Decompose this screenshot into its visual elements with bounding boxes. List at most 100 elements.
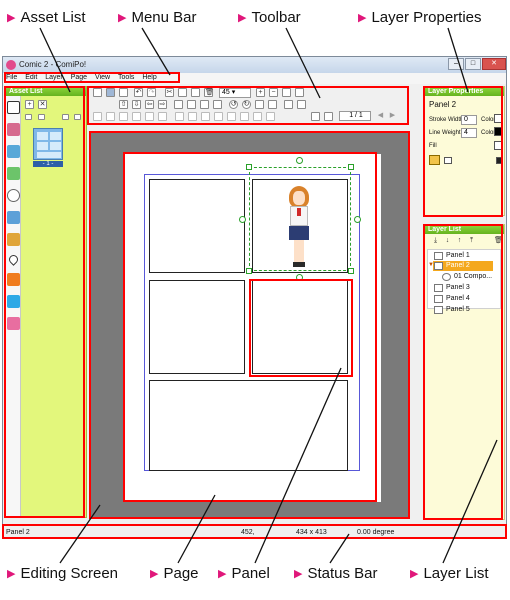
- line-weight-input[interactable]: 4: [461, 128, 477, 138]
- page-view-icon[interactable]: [311, 112, 320, 121]
- align-bottom-icon[interactable]: [158, 112, 167, 121]
- undo-icon[interactable]: ↶: [134, 88, 143, 97]
- flip-vertical-icon[interactable]: [268, 100, 277, 109]
- lock-icon[interactable]: [200, 100, 209, 109]
- editing-screen[interactable]: [90, 131, 410, 518]
- zoom-in-icon[interactable]: +: [256, 88, 265, 97]
- align-right-icon[interactable]: [119, 112, 128, 121]
- paste-icon[interactable]: [191, 88, 200, 97]
- comic-page[interactable]: [123, 154, 381, 502]
- arrow-right-icon[interactable]: ⇨: [158, 100, 167, 109]
- new-icon[interactable]: [93, 88, 102, 97]
- redo-icon[interactable]: ↷: [147, 88, 156, 97]
- save-icon[interactable]: [106, 88, 115, 97]
- align-icon[interactable]: [284, 100, 293, 109]
- rotate-left-icon[interactable]: ↺: [229, 100, 238, 109]
- frame-shape-icon[interactable]: [444, 157, 452, 164]
- menu-view[interactable]: View: [92, 73, 113, 82]
- expand-arrow-icon[interactable]: ▼: [428, 262, 434, 268]
- export-icon[interactable]: [119, 88, 128, 97]
- comic-panel-5[interactable]: [149, 380, 348, 471]
- menu-layer[interactable]: Layer: [42, 73, 66, 82]
- send-backward-icon[interactable]: ⇩: [132, 100, 141, 109]
- bring-forward-icon[interactable]: ⇧: [119, 100, 128, 109]
- page-thumbnail[interactable]: [33, 128, 63, 160]
- menu-edit[interactable]: Edit: [22, 73, 40, 82]
- effect-tab-icon[interactable]: [7, 295, 20, 308]
- scene-tab-icon[interactable]: [7, 211, 20, 224]
- visibility-eye-icon[interactable]: [429, 155, 440, 165]
- space-horizontal-icon[interactable]: [175, 112, 184, 121]
- flag-icon[interactable]: [213, 100, 222, 109]
- line-color-swatch[interactable]: [494, 127, 503, 136]
- sound-effect-tab-icon[interactable]: [7, 273, 20, 286]
- stroke-color-swatch[interactable]: [494, 114, 503, 123]
- ungroup-icon[interactable]: [187, 100, 196, 109]
- guide-icon[interactable]: [266, 112, 275, 121]
- menu-help[interactable]: Help: [139, 73, 159, 82]
- move-layer-up-icon[interactable]: ↑: [455, 237, 464, 246]
- comic-panel-4[interactable]: [252, 280, 348, 374]
- layer-item-panel-3[interactable]: Panel 3: [433, 283, 493, 293]
- move-down-button[interactable]: [38, 114, 45, 120]
- item-tab-icon[interactable]: [7, 167, 20, 180]
- arrow-left-icon[interactable]: ⇦: [145, 100, 154, 109]
- comic-panel-1[interactable]: [149, 179, 245, 273]
- fit-page-icon[interactable]: [282, 88, 291, 97]
- resize-handle[interactable]: [246, 164, 252, 170]
- maximize-button[interactable]: □: [465, 58, 481, 70]
- align-center-icon[interactable]: [106, 112, 115, 121]
- panel-layout-tab-icon[interactable]: [7, 101, 20, 114]
- zoom-out-icon[interactable]: −: [269, 88, 278, 97]
- align-middle-icon[interactable]: [145, 112, 154, 121]
- drop-tab-icon[interactable]: [7, 253, 20, 266]
- zoom-select[interactable]: 45 ▾: [219, 88, 251, 98]
- add-page-button[interactable]: +: [25, 100, 34, 109]
- align-top-icon[interactable]: [132, 112, 141, 121]
- move-layer-down-icon[interactable]: ↓: [443, 237, 452, 246]
- move-left-button[interactable]: [62, 114, 69, 120]
- next-page-icon[interactable]: ▶: [388, 112, 397, 121]
- flag-marker-icon[interactable]: [496, 157, 502, 164]
- fill-swatch[interactable]: [494, 141, 503, 150]
- menu-tools[interactable]: Tools: [115, 73, 137, 82]
- resize-handle[interactable]: [348, 164, 354, 170]
- delete-icon[interactable]: 🗑: [204, 88, 214, 97]
- comic-panel-3[interactable]: [149, 280, 245, 374]
- character-tab-icon[interactable]: [7, 123, 20, 136]
- menu-page[interactable]: Page: [68, 73, 90, 82]
- layer-item-panel-2[interactable]: Panel 2: [433, 261, 493, 271]
- selection-box[interactable]: [249, 167, 351, 271]
- template-tab-icon[interactable]: [7, 317, 20, 330]
- background-tab-icon[interactable]: [7, 145, 20, 158]
- stroke-width-input[interactable]: 0: [461, 115, 477, 125]
- layer-item-panel-1[interactable]: Panel 1: [433, 251, 493, 261]
- layer-item-panel-5[interactable]: Panel 5: [433, 305, 493, 315]
- cut-icon[interactable]: ✂: [165, 88, 174, 97]
- same-size-icon[interactable]: [227, 112, 236, 121]
- spread-view-icon[interactable]: [324, 112, 333, 121]
- group-icon[interactable]: [174, 100, 183, 109]
- rotation-handle[interactable]: [296, 157, 303, 164]
- grid-icon[interactable]: [253, 112, 262, 121]
- resize-handle[interactable]: [246, 268, 252, 274]
- prop-tab-icon[interactable]: [7, 233, 20, 246]
- move-layer-top-icon[interactable]: ⤒: [467, 237, 476, 246]
- speech-balloon-tab-icon[interactable]: [7, 189, 20, 202]
- same-height-icon[interactable]: [214, 112, 223, 121]
- delete-layer-icon[interactable]: 🗑: [494, 237, 503, 246]
- copy-icon[interactable]: [178, 88, 187, 97]
- layer-item-panel-4[interactable]: Panel 4: [433, 294, 493, 304]
- snap-icon[interactable]: [240, 112, 249, 121]
- page-counter-field[interactable]: 1 / 1: [339, 111, 371, 121]
- same-width-icon[interactable]: [201, 112, 210, 121]
- first-page-icon[interactable]: ◀: [376, 112, 385, 121]
- rotate-right-icon[interactable]: ↻: [242, 100, 251, 109]
- close-button[interactable]: ✕: [482, 58, 506, 70]
- delete-page-button[interactable]: ✕: [38, 100, 47, 109]
- move-up-button[interactable]: [25, 114, 32, 120]
- layer-item-character[interactable]: 01 Compo...: [441, 272, 497, 282]
- move-right-button[interactable]: [74, 114, 81, 120]
- fit-width-icon[interactable]: [295, 88, 304, 97]
- space-vertical-icon[interactable]: [188, 112, 197, 121]
